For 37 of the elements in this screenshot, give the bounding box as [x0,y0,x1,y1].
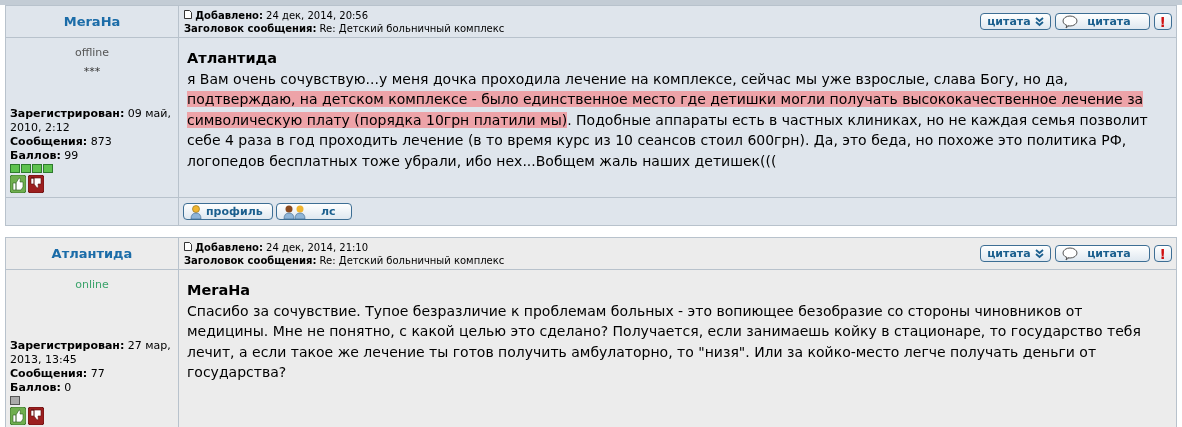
double-chevron-icon [1034,16,1044,27]
thumbs-up-icon[interactable] [10,407,26,425]
multi-quote-button[interactable]: цитата [980,245,1051,262]
points-count: Баллов: 0 [10,381,73,395]
post-subject: Заголовок сообщения: Re: Детский больничный комплекс [184,22,505,34]
report-button[interactable]: ! [1153,245,1172,262]
thumbs-up-icon[interactable] [10,175,26,193]
online-status: offline [74,46,110,59]
thumbs-down-icon[interactable] [28,175,44,193]
double-chevron-icon [1034,248,1044,259]
addressee-name: MeraHa [187,281,252,300]
quote-button[interactable]: цитата [1054,13,1150,30]
addressee-name: Атлантида [187,49,279,68]
message-count: Сообщения: 873 [10,135,113,149]
speech-bubble-icon [1061,246,1078,261]
profile-button[interactable]: профиль [183,203,273,220]
document-icon [184,9,192,19]
post-date: Добавлено: 24 дек, 2014, 20:56 [195,9,369,21]
post-text: Спасибо за сочувствие. Тупое безразличие к проблемам больных - это вопиющее безобразие со стороны чиновников от медицины. Мне не понятно, с какой целью это сделано? Получается, если занимаешь койку в стационаре, то государство тебя лечит, а если такое же лечение ты готов получить амбулаторно, то "низя". Или за койко-место легче получать деньги от государства? [187,301,1142,382]
post-text: я Вам очень сочувствую...у меня дочка проходила лечение на комплексе, сейчас мы уже взрослые, слава Богу, но да, подтверждаю, на детском комплексе - было единственное место где детишки могли получать высококачественное лечение за символическую плату (порядка 10грн платили мы). Подобные аппараты есть в частных клиниках, но не каждая семья позволит себе 4 раза в год проходить лечение (в то время курс из 10 сеансов стоил 600грн). Да, это беда, но похоже это политика РФ, логопедов бесплатных тоже убрали, ибо нех...Вобщем жаль наших детишек((( [187,69,1149,171]
multi-quote-button[interactable]: цитата [980,13,1051,30]
rank-stars: *** [83,65,101,78]
message-count: Сообщения: 77 [10,367,106,381]
registration-date: Зарегистрирован: 09 май, 2010, 2:12 [10,107,172,135]
online-status: online [75,278,109,291]
person-icon [190,204,202,219]
post-subject: Заголовок сообщения: Re: Детский больничный комплекс [184,254,505,266]
thumbs-down-icon[interactable] [28,407,44,425]
speech-bubble-icon [1061,14,1078,29]
quote-button[interactable]: цитата [1054,245,1150,262]
post-date: Добавлено: 24 дек, 2014, 21:10 [195,241,369,253]
registration-date: Зарегистрирован: 27 мар, 2013, 13:45 [10,339,172,367]
points-count: Баллов: 99 [10,149,80,163]
report-button[interactable]: ! [1153,13,1172,30]
two-persons-icon [283,204,307,219]
private-message-button[interactable]: лс [276,203,352,220]
document-icon [184,241,192,251]
